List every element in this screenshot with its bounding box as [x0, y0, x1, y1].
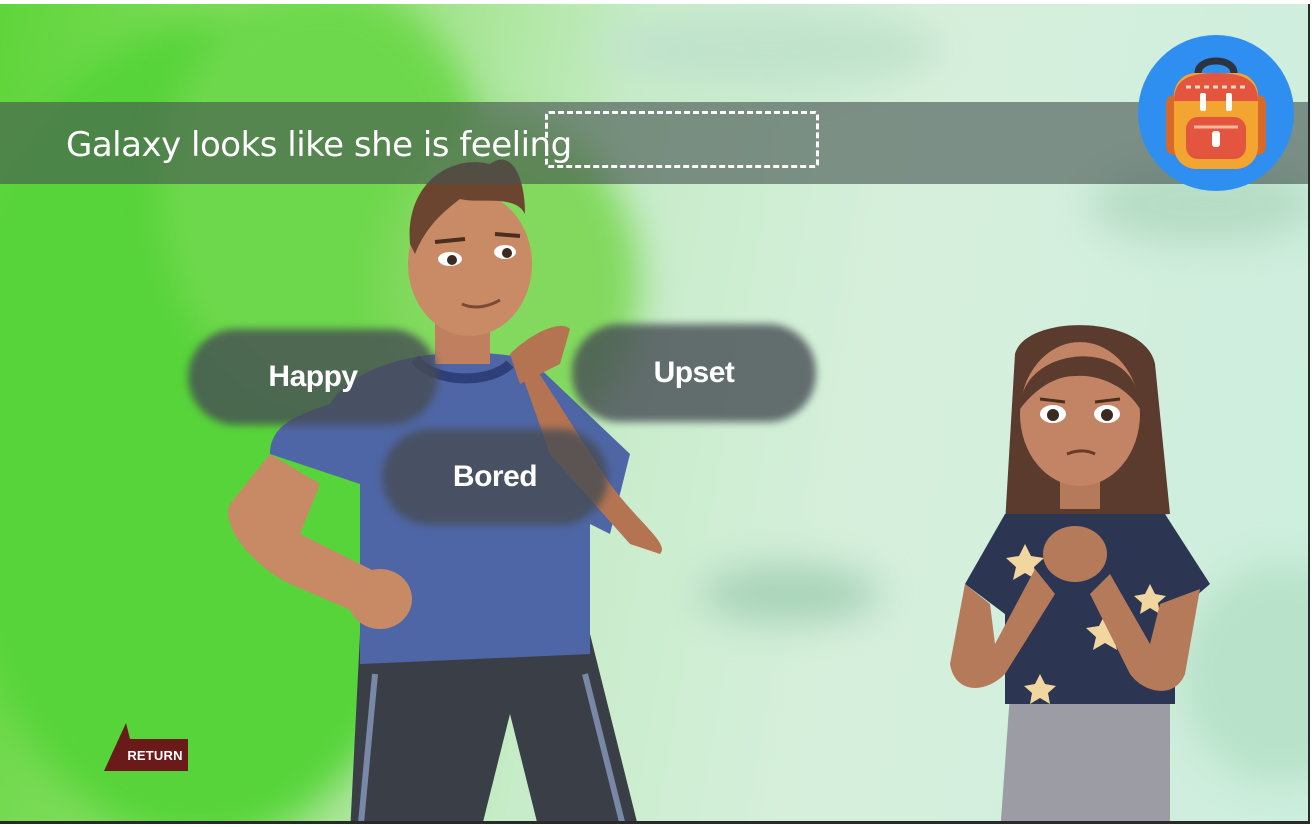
choice-bored-button[interactable]: Bored: [382, 429, 608, 525]
return-button[interactable]: RETURN: [104, 721, 190, 773]
background-bush: [600, 14, 940, 84]
prompt-text: Galaxy looks like she is feeling: [66, 125, 572, 165]
background-bush: [700, 564, 880, 624]
return-arrow-icon: [104, 723, 188, 771]
return-label: RETURN: [127, 748, 183, 763]
choice-label: Happy: [268, 360, 358, 393]
choice-label: Upset: [653, 356, 735, 389]
background-bush: [1180, 564, 1308, 784]
choice-upset-button[interactable]: Upset: [572, 324, 816, 422]
answer-drop-slot[interactable]: [545, 111, 819, 168]
backpack-button[interactable]: [1138, 35, 1294, 191]
choice-label: Bored: [452, 460, 538, 493]
game-stage: Galaxy looks like she is feeling Happy U…: [0, 4, 1310, 824]
girl-character: [950, 325, 1210, 821]
choice-happy-button[interactable]: Happy: [188, 329, 438, 425]
backpack-icon: [1166, 57, 1266, 169]
